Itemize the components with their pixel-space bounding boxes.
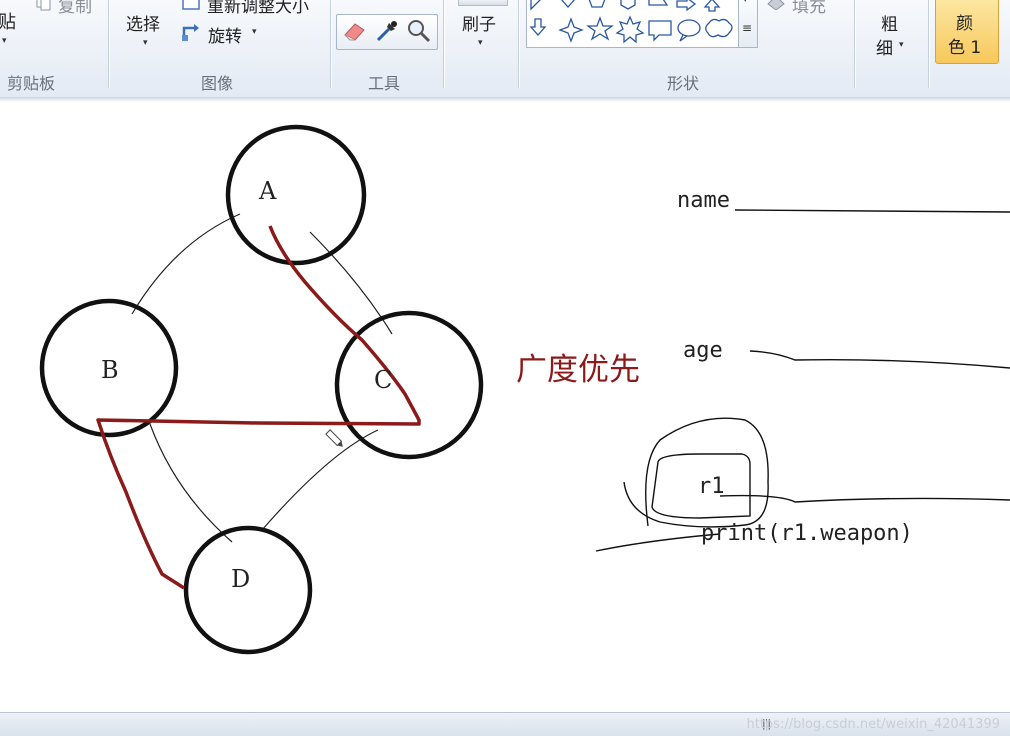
- r1-outer-scribble: [623, 417, 769, 528]
- bfs-path: [96, 225, 421, 590]
- drawing-canvas[interactable]: A B C D 广度优先 name age r1 print(r1.weapon…: [0, 102, 1010, 712]
- brushes-dropdown-arrow[interactable]: ▾: [478, 38, 483, 48]
- copy-icon[interactable]: [35, 0, 55, 12]
- group-separator: [518, 0, 519, 88]
- color1-label-line2: 色 1: [948, 38, 982, 58]
- group-separator: [854, 0, 855, 88]
- shapes-gallery[interactable]: [526, 0, 744, 48]
- paste-button-label[interactable]: 贴: [0, 8, 16, 34]
- brushes-button[interactable]: 刷子: [462, 10, 496, 35]
- image-group-label: 图像: [201, 74, 234, 93]
- color-picker-icon[interactable]: [373, 17, 401, 45]
- group-separator: [443, 0, 444, 88]
- eraser-icon[interactable]: [341, 17, 369, 45]
- group-separator: [108, 0, 109, 88]
- size-dropdown-arrow[interactable]: ▾: [899, 40, 904, 50]
- size-button[interactable]: 粗: [881, 10, 898, 35]
- resize-button[interactable]: 重新调整大小: [207, 0, 309, 17]
- edge-c-d: [261, 429, 379, 531]
- node-c-label: C: [374, 366, 393, 394]
- shapes-group-label: 形状: [667, 74, 700, 93]
- node-a-circle: [225, 124, 367, 266]
- field-r1-label: r1: [698, 474, 725, 499]
- select-button[interactable]: 选择: [126, 10, 160, 35]
- edge-a-b: [131, 213, 241, 315]
- age-underline: [749, 350, 1010, 369]
- fill-button[interactable]: 填充: [792, 0, 826, 17]
- node-d-label: D: [231, 565, 251, 593]
- node-a-label: A: [259, 177, 277, 205]
- clipboard-group-label: 剪贴板: [7, 74, 56, 93]
- fill-icon[interactable]: [766, 0, 788, 11]
- shapes-gallery-scroll[interactable]: ▾ ≡: [738, 0, 758, 48]
- gallery-expand-icon[interactable]: ≡: [742, 21, 752, 35]
- edge-b-d: [149, 423, 233, 543]
- copy-button[interactable]: 复制: [58, 0, 92, 17]
- chevron-down-icon[interactable]: ▾: [743, 0, 748, 5]
- rotate-button[interactable]: 旋转: [208, 22, 242, 47]
- bfs-annotation: 广度优先: [516, 352, 640, 388]
- color1-label: 颜: [956, 14, 973, 34]
- tools-panel: [336, 14, 438, 50]
- color1-button[interactable]: 颜 色 1: [935, 0, 999, 64]
- brushes-icon[interactable]: [458, 0, 508, 6]
- ribbon: 贴 ▾ 复制 剪贴板 选择 ▾ 重新调整大小 旋转 ▾ 图像 工具 刷子 ▾ ▾…: [0, 0, 1010, 98]
- watermark: https://blog.csdn.net/weixin_42041399: [746, 717, 1000, 732]
- select-dropdown-arrow[interactable]: ▾: [143, 38, 148, 48]
- r1-arrow-line: [719, 494, 1010, 503]
- canvas-drawing: [39, 124, 1010, 655]
- field-name-label: name: [677, 188, 730, 213]
- resize-icon[interactable]: [182, 0, 202, 10]
- group-separator: [330, 0, 331, 88]
- field-age-label: age: [683, 338, 723, 363]
- node-b-label: B: [101, 356, 119, 384]
- node-c-circle: [334, 310, 484, 460]
- rotate-icon[interactable]: [180, 22, 202, 42]
- rotate-dropdown-arrow[interactable]: ▾: [252, 27, 257, 37]
- name-underline: [734, 209, 1010, 213]
- print-statement: print(r1.weapon): [701, 521, 913, 546]
- group-separator: [928, 0, 929, 88]
- pencil-cursor-icon: [325, 429, 343, 447]
- tools-group-label: 工具: [368, 74, 401, 93]
- paste-dropdown-arrow[interactable]: ▾: [2, 36, 7, 46]
- status-bar: ||| https://blog.csdn.net/weixin_4204139…: [0, 712, 1010, 736]
- size-button-line2[interactable]: 细: [876, 34, 893, 59]
- magnifier-icon[interactable]: [405, 17, 433, 45]
